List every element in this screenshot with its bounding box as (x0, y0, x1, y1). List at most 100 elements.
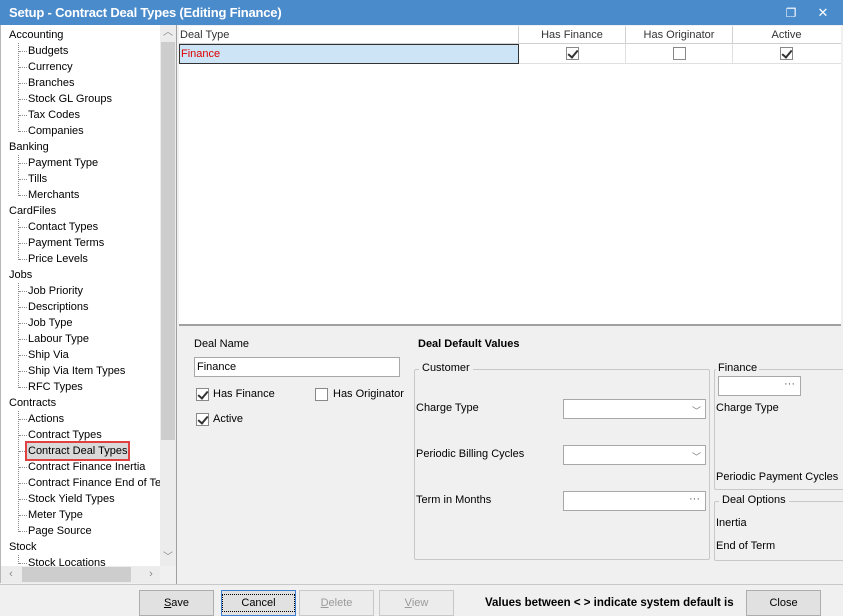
chevron-down-icon[interactable]: ﹀ (692, 448, 701, 466)
view-button[interactable]: View (379, 590, 454, 616)
tree-connector (19, 179, 27, 180)
tree-group[interactable]: Banking (9, 139, 49, 155)
cell-has-originator (626, 44, 733, 64)
tree-group[interactable]: Accounting (9, 27, 63, 43)
cancel-button[interactable]: Cancel (221, 590, 296, 616)
has-finance-detail-checkbox[interactable] (196, 388, 209, 401)
column-header-active[interactable]: Active (733, 26, 840, 44)
bottom-divider (0, 584, 843, 585)
scroll-left-icon[interactable]: ‹ (3, 566, 19, 583)
tree-connector (19, 307, 27, 308)
cell-active (733, 44, 840, 64)
tree-group[interactable]: Contracts (9, 395, 56, 411)
scroll-thumb[interactable] (161, 42, 175, 440)
restore-icon[interactable]: ❐ (780, 4, 802, 22)
tree-item[interactable]: Branches (28, 75, 74, 91)
tree-group[interactable]: Stock (9, 539, 37, 555)
scroll-up-icon[interactable]: ︿ (160, 25, 176, 41)
deal-name-input[interactable]: Finance (194, 357, 400, 377)
tree-item[interactable]: Actions (28, 411, 64, 427)
tree-item[interactable]: Tills (28, 171, 47, 187)
tree-item[interactable]: Stock GL Groups (28, 91, 112, 107)
has-finance-detail-label[interactable]: Has Finance (213, 388, 275, 400)
has-originator-detail-label[interactable]: Has Originator (333, 388, 404, 400)
ellipsis-icon[interactable]: ··· (784, 375, 795, 393)
column-header-deal-type[interactable]: Deal Type (179, 26, 519, 44)
hscroll-thumb[interactable] (22, 567, 131, 582)
tree-item[interactable]: Descriptions (28, 299, 89, 315)
status-text: Values between < > indicate system defau… (485, 597, 734, 609)
finance-lookup-input[interactable]: ··· (718, 376, 801, 396)
tree-horizontal-scrollbar[interactable]: ‹ › (0, 566, 160, 583)
tree-vertical-scrollbar[interactable]: ︿ ﹀ (160, 25, 176, 568)
tree-connector (19, 467, 27, 468)
tree-item[interactable]: Ship Via Item Types (28, 363, 125, 379)
cancel-label: Cancel (222, 594, 295, 612)
tree-connector (18, 155, 19, 196)
tree-connector (19, 323, 27, 324)
tree-connector (18, 43, 19, 132)
deal-types-grid[interactable]: Deal Type Has Finance Has Originator Act… (179, 26, 841, 326)
tree-group[interactable]: CardFiles (9, 203, 56, 219)
tree-group[interactable]: Jobs (9, 267, 32, 283)
close-button[interactable]: Close (746, 590, 821, 616)
periodic-billing-cycles-dropdown[interactable]: ﹀ (563, 445, 706, 465)
active-checkbox[interactable] (780, 47, 793, 60)
save-label: ave (171, 597, 190, 609)
has-originator-detail-checkbox[interactable] (315, 388, 328, 401)
tree-item[interactable]: Contract Finance Inertia (28, 459, 145, 475)
active-detail-label[interactable]: Active (213, 413, 243, 425)
tree-item[interactable]: Payment Terms (28, 235, 104, 251)
save-button[interactable]: Save (139, 590, 214, 616)
tree-item[interactable]: Job Type (28, 315, 72, 331)
term-in-months-input[interactable]: ··· (563, 491, 706, 511)
has-finance-checkbox[interactable] (566, 47, 579, 60)
tree-item[interactable]: Contract Finance End of Te (28, 475, 160, 491)
column-header-has-originator[interactable]: Has Originator (626, 26, 733, 44)
tree-item[interactable]: RFC Types (28, 379, 83, 395)
tree-item[interactable]: Contact Types (28, 219, 98, 235)
tree-connector (19, 483, 27, 484)
column-header-has-finance[interactable]: Has Finance (519, 26, 626, 44)
scroll-down-icon[interactable]: ﹀ (160, 550, 176, 566)
chevron-down-icon[interactable]: ﹀ (692, 402, 701, 420)
customer-charge-type-dropdown[interactable]: ﹀ (563, 399, 706, 419)
setup-tree[interactable]: Accounting Budgets Currency Branches Stock G… (0, 25, 160, 568)
table-row[interactable]: Finance (179, 44, 841, 64)
tree-item[interactable]: Merchants (28, 187, 79, 203)
cell-deal-type[interactable]: Finance (179, 44, 519, 64)
tree-item[interactable]: Meter Type (28, 507, 83, 523)
view-accel: V (404, 597, 412, 609)
delete-button[interactable]: Delete (299, 590, 374, 616)
tree-connector (19, 259, 27, 260)
tree-item[interactable]: Ship Via (28, 347, 69, 363)
tree-item[interactable]: Stock Yield Types (28, 491, 115, 507)
tree-item[interactable]: Companies (28, 123, 84, 139)
scroll-corner (160, 566, 176, 583)
tree-item[interactable]: Job Priority (28, 283, 83, 299)
has-originator-checkbox[interactable] (673, 47, 686, 60)
tree-item[interactable]: Contract Deal Types (24, 441, 131, 461)
tree-connector (19, 51, 27, 52)
tree-item[interactable]: Page Source (28, 523, 92, 539)
ellipsis-icon[interactable]: ··· (689, 490, 700, 508)
tree-connector (19, 243, 27, 244)
scroll-right-icon[interactable]: › (143, 566, 159, 583)
tree-connector (19, 515, 27, 516)
tree-connector (19, 291, 27, 292)
tree-item[interactable]: Budgets (28, 43, 68, 59)
tree-item[interactable]: Payment Type (28, 155, 98, 171)
tree-connector (19, 83, 27, 84)
tree-item[interactable]: Labour Type (28, 331, 89, 347)
tree-connector (19, 563, 27, 564)
deal-name-label: Deal Name (194, 338, 250, 350)
deal-options-group: Deal Options (714, 494, 843, 561)
tree-item[interactable]: Tax Codes (28, 107, 80, 123)
tree-item[interactable]: Currency (28, 59, 73, 75)
tree-item[interactable]: Price Levels (28, 251, 88, 267)
tree-item[interactable]: Contract Types (28, 427, 102, 443)
tree-connector (19, 131, 27, 132)
tree-connector (19, 163, 27, 164)
active-detail-checkbox[interactable] (196, 413, 209, 426)
close-window-icon[interactable]: ✕ (812, 4, 834, 22)
